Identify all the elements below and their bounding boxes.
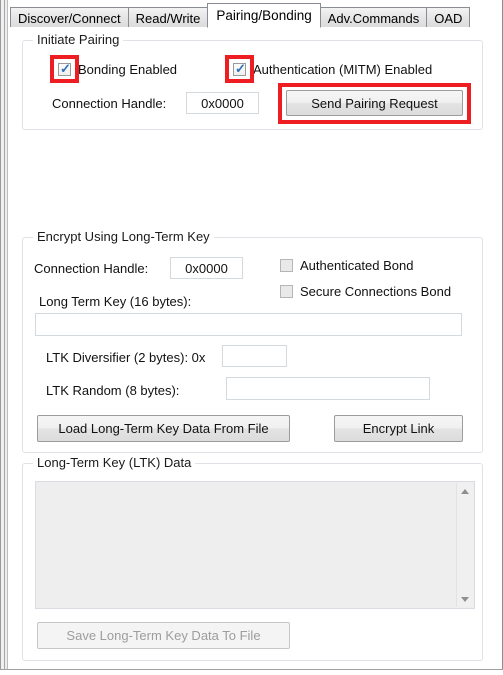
authentication-mitm-checkbox[interactable]: ✓ Authentication (MITM) Enabled — [233, 62, 432, 77]
pairing-connection-handle-label: Connection Handle: — [52, 96, 167, 111]
ltk-data-title: Long-Term Key (LTK) Data — [33, 455, 196, 470]
ltk-data-scrollbar[interactable] — [456, 483, 473, 607]
scroll-down-icon[interactable] — [457, 591, 473, 607]
ltk-diversifier-label: LTK Diversifier (2 bytes): 0x — [46, 350, 206, 365]
pairing-bonding-window: Discover/Connect Read/Write Pairing/Bond… — [0, 0, 503, 675]
initiate-pairing-group: Initiate Pairing — [22, 32, 483, 130]
secure-connections-bond-label: Secure Connections Bond — [300, 284, 452, 299]
ltk-random-label: LTK Random (8 bytes): — [46, 383, 180, 398]
long-term-key-label: Long Term Key (16 bytes): — [39, 294, 192, 309]
authentication-mitm-label: Authentication (MITM) Enabled — [253, 62, 433, 77]
authentication-mitm-checkbox-box[interactable]: ✓ — [233, 61, 246, 76]
window-frame-bottom-fill — [0, 670, 503, 675]
encrypt-ltk-title: Encrypt Using Long-Term Key — [33, 229, 214, 244]
secure-connections-bond-checkbox-box[interactable] — [280, 285, 293, 298]
bonding-enabled-label: Bonding Enabled — [78, 62, 178, 77]
authenticated-bond-checkbox-box[interactable] — [280, 259, 293, 272]
checkmark-icon: ✓ — [60, 61, 71, 76]
pairing-connection-handle-input[interactable]: 0x0000 — [186, 92, 259, 114]
tab-pairing-bonding[interactable]: Pairing/Bonding — [207, 3, 321, 28]
long-term-key-input[interactable] — [35, 313, 462, 336]
authenticated-bond-label: Authenticated Bond — [300, 258, 414, 273]
bonding-enabled-checkbox-box[interactable]: ✓ — [58, 61, 71, 76]
ltk-diversifier-input[interactable] — [222, 345, 287, 367]
tab-discover-connect[interactable]: Discover/Connect — [10, 7, 129, 28]
bonding-enabled-checkbox[interactable]: ✓ Bonding Enabled — [58, 62, 177, 77]
initiate-pairing-title: Initiate Pairing — [33, 32, 124, 47]
secure-connections-bond-checkbox[interactable]: Secure Connections Bond — [280, 284, 451, 299]
send-pairing-request-button[interactable]: Send Pairing Request — [286, 90, 463, 116]
checkmark-icon: ✓ — [235, 61, 246, 76]
tab-adv-commands[interactable]: Adv.Commands — [319, 7, 428, 28]
encrypt-connection-handle-label: Connection Handle: — [34, 261, 149, 276]
encrypt-link-button[interactable]: Encrypt Link — [334, 415, 463, 442]
window-frame-left-inner3 — [7, 0, 8, 675]
tab-read-write[interactable]: Read/Write — [127, 7, 209, 28]
load-ltk-from-file-button[interactable]: Load Long-Term Key Data From File — [37, 415, 290, 442]
scroll-up-icon[interactable] — [457, 483, 473, 499]
ltk-data-textarea[interactable] — [35, 481, 475, 609]
save-ltk-to-file-button[interactable]: Save Long-Term Key Data To File — [37, 622, 290, 649]
tab-oad[interactable]: OAD — [426, 7, 471, 28]
authenticated-bond-checkbox[interactable]: Authenticated Bond — [280, 258, 413, 273]
tab-bar: Discover/Connect Read/Write Pairing/Bond… — [10, 3, 471, 28]
ltk-random-input[interactable] — [226, 377, 430, 400]
encrypt-connection-handle-input[interactable]: 0x0000 — [170, 257, 243, 279]
